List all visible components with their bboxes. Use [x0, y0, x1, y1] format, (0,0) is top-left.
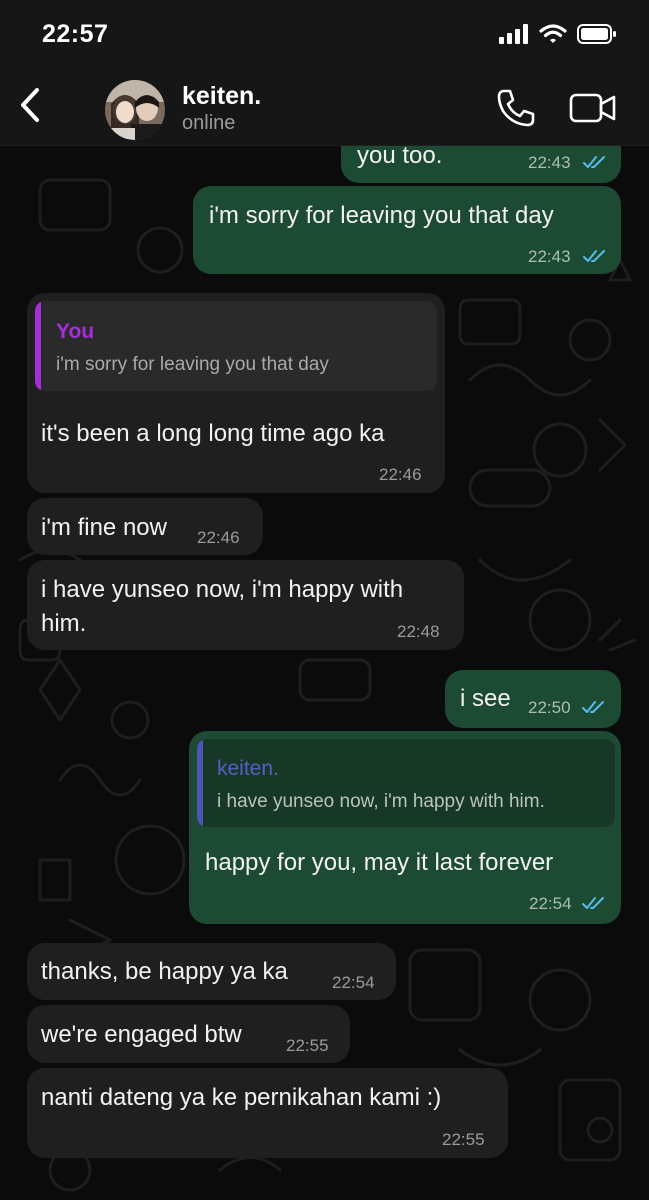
battery-icon: [577, 24, 616, 44]
message-time: 22:48: [397, 622, 440, 641]
message-time: 22:54: [529, 894, 572, 913]
quote-text: i have yunseo now, i'm happy with him.: [217, 791, 545, 812]
message-text-line-2: him.: [41, 610, 87, 637]
message-text: i'm fine now: [41, 514, 167, 541]
quote-text: i'm sorry for leaving you that day: [56, 354, 329, 375]
message-time: 22:46: [379, 465, 422, 484]
message-outgoing[interactable]: keiten. i have yunseo now, i'm happy wit…: [189, 731, 621, 924]
quote-accent-bar: [197, 739, 203, 827]
message-text: you too.: [357, 142, 443, 169]
message-time: 22:55: [286, 1036, 329, 1055]
quote-author: You: [56, 320, 95, 343]
message-time: 22:46: [197, 528, 240, 547]
message-text: nanti dateng ya ke pernikahan kami :): [41, 1084, 442, 1111]
quoted-message[interactable]: keiten. i have yunseo now, i'm happy wit…: [197, 739, 615, 827]
back-button[interactable]: [12, 82, 48, 128]
quote-author: keiten.: [217, 757, 279, 780]
message-time: 22:50: [528, 698, 571, 717]
double-check-icon: [583, 250, 605, 262]
message-time: 22:54: [332, 973, 375, 992]
message-incoming[interactable]: You i'm sorry for leaving you that day i…: [27, 293, 445, 493]
status-icons: [499, 24, 617, 44]
message-text: it's been a long long time ago ka: [41, 420, 385, 447]
double-check-icon: [583, 156, 605, 168]
status-time: 22:57: [42, 20, 109, 48]
message-text: we're engaged btw: [41, 1021, 242, 1048]
phone-icon: [497, 89, 535, 127]
message-text: happy for you, may it last forever: [205, 849, 554, 876]
message-incoming[interactable]: thanks, be happy ya ka 22:54: [27, 943, 396, 1000]
message-text: i see: [460, 685, 511, 712]
double-check-icon: [582, 897, 604, 909]
signal-icon: [499, 24, 528, 44]
contact-status: online: [182, 112, 236, 134]
message-incoming[interactable]: i have yunseo now, i'm happy with him. 2…: [27, 560, 464, 650]
message-incoming[interactable]: nanti dateng ya ke pernikahan kami :) 22…: [27, 1068, 508, 1158]
video-call-button[interactable]: [568, 88, 618, 128]
back-chevron-icon: [21, 88, 39, 122]
message-text-line-1: i have yunseo now, i'm happy with: [41, 576, 404, 603]
message-time: 22:43: [528, 247, 571, 266]
avatar-photo: [105, 80, 165, 140]
quote-accent-bar: [35, 301, 41, 391]
voice-call-button[interactable]: [494, 86, 538, 130]
video-camera-icon: [569, 93, 616, 123]
status-bar: 22:57: [0, 0, 649, 70]
message-incoming[interactable]: i'm fine now 22:46: [27, 498, 263, 555]
contact-name[interactable]: keiten.: [182, 82, 261, 111]
message-outgoing[interactable]: i'm sorry for leaving you that day 22:43: [193, 186, 621, 274]
contact-avatar[interactable]: [105, 80, 165, 140]
quoted-message[interactable]: You i'm sorry for leaving you that day: [35, 301, 437, 391]
chat-header: keiten. online: [0, 70, 649, 146]
wifi-icon: [539, 24, 567, 43]
message-time: 22:55: [442, 1130, 485, 1149]
message-incoming[interactable]: we're engaged btw 22:55: [27, 1005, 350, 1063]
message-text: thanks, be happy ya ka: [41, 958, 288, 985]
message-outgoing[interactable]: i see 22:50: [445, 670, 621, 728]
double-check-icon: [582, 701, 604, 713]
message-time: 22:43: [528, 153, 571, 172]
message-text: i'm sorry for leaving you that day: [209, 202, 554, 229]
